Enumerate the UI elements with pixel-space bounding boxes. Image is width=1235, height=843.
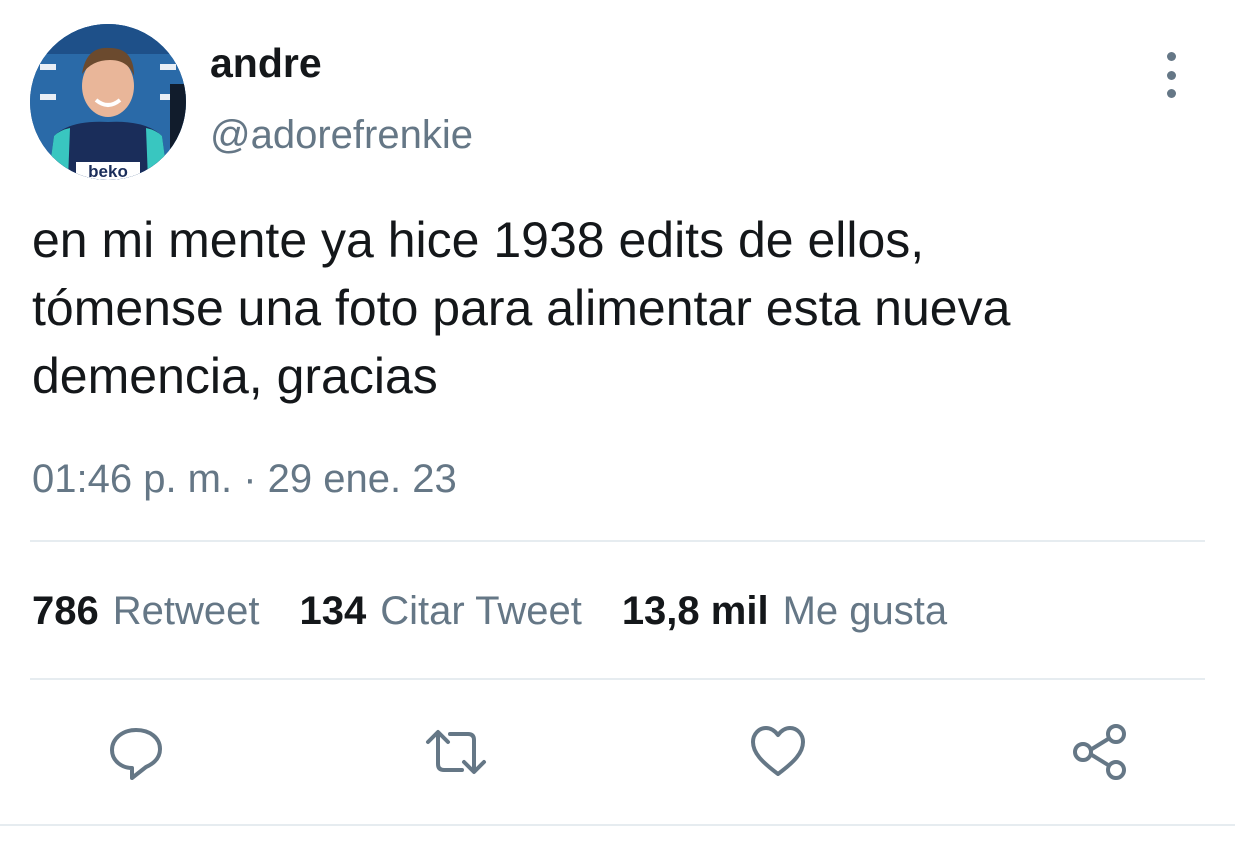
speech-bubble-icon xyxy=(110,728,162,780)
retweet-label: Retweet xyxy=(112,589,260,633)
tweet-text: en mi mente ya hice 1938 edits de ellos,… xyxy=(32,212,1011,404)
more-dot-icon xyxy=(1166,89,1176,98)
divider xyxy=(30,678,1205,680)
divider xyxy=(30,540,1205,542)
user-handle[interactable]: @adorefrenkie xyxy=(210,110,473,160)
quote-label: Citar Tweet xyxy=(380,589,582,633)
like-stat[interactable]: 13,8 mil Me gusta xyxy=(622,586,947,636)
retweet-count: 786 xyxy=(32,589,99,633)
avatar[interactable]: beko xyxy=(30,24,186,180)
more-options-button[interactable] xyxy=(1150,52,1192,98)
share-button[interactable] xyxy=(1068,720,1132,784)
more-dot-icon xyxy=(1166,52,1176,61)
retweet-stat[interactable]: 786 Retweet xyxy=(32,586,260,636)
display-name[interactable]: andre xyxy=(210,38,322,88)
like-count: 13,8 mil xyxy=(621,589,769,633)
tweet-timestamp[interactable]: 01:46 p. m. · 29 ene. 23 xyxy=(32,454,457,504)
more-dot-icon xyxy=(1166,70,1176,80)
like-button[interactable] xyxy=(746,720,810,784)
tweet-stats: 786 Retweet 134 Citar Tweet 13,8 mil Me gus… xyxy=(32,586,947,636)
avatar-logo-text: beko xyxy=(88,162,128,180)
like-label: Me gusta xyxy=(782,589,948,633)
share-nodes-icon xyxy=(1073,724,1126,780)
avatar-photo: beko xyxy=(30,24,186,180)
retweet-arrows-icon xyxy=(426,730,486,774)
retweet-button[interactable] xyxy=(424,720,488,784)
quote-stat[interactable]: 134 Citar Tweet xyxy=(300,586,582,636)
divider xyxy=(0,824,1235,826)
tweet-detail: beko andre @adorefrenkie en mi mente ya … xyxy=(0,0,1235,843)
reply-button[interactable] xyxy=(104,720,168,784)
quote-count: 134 xyxy=(299,589,367,633)
heart-icon xyxy=(751,726,805,776)
